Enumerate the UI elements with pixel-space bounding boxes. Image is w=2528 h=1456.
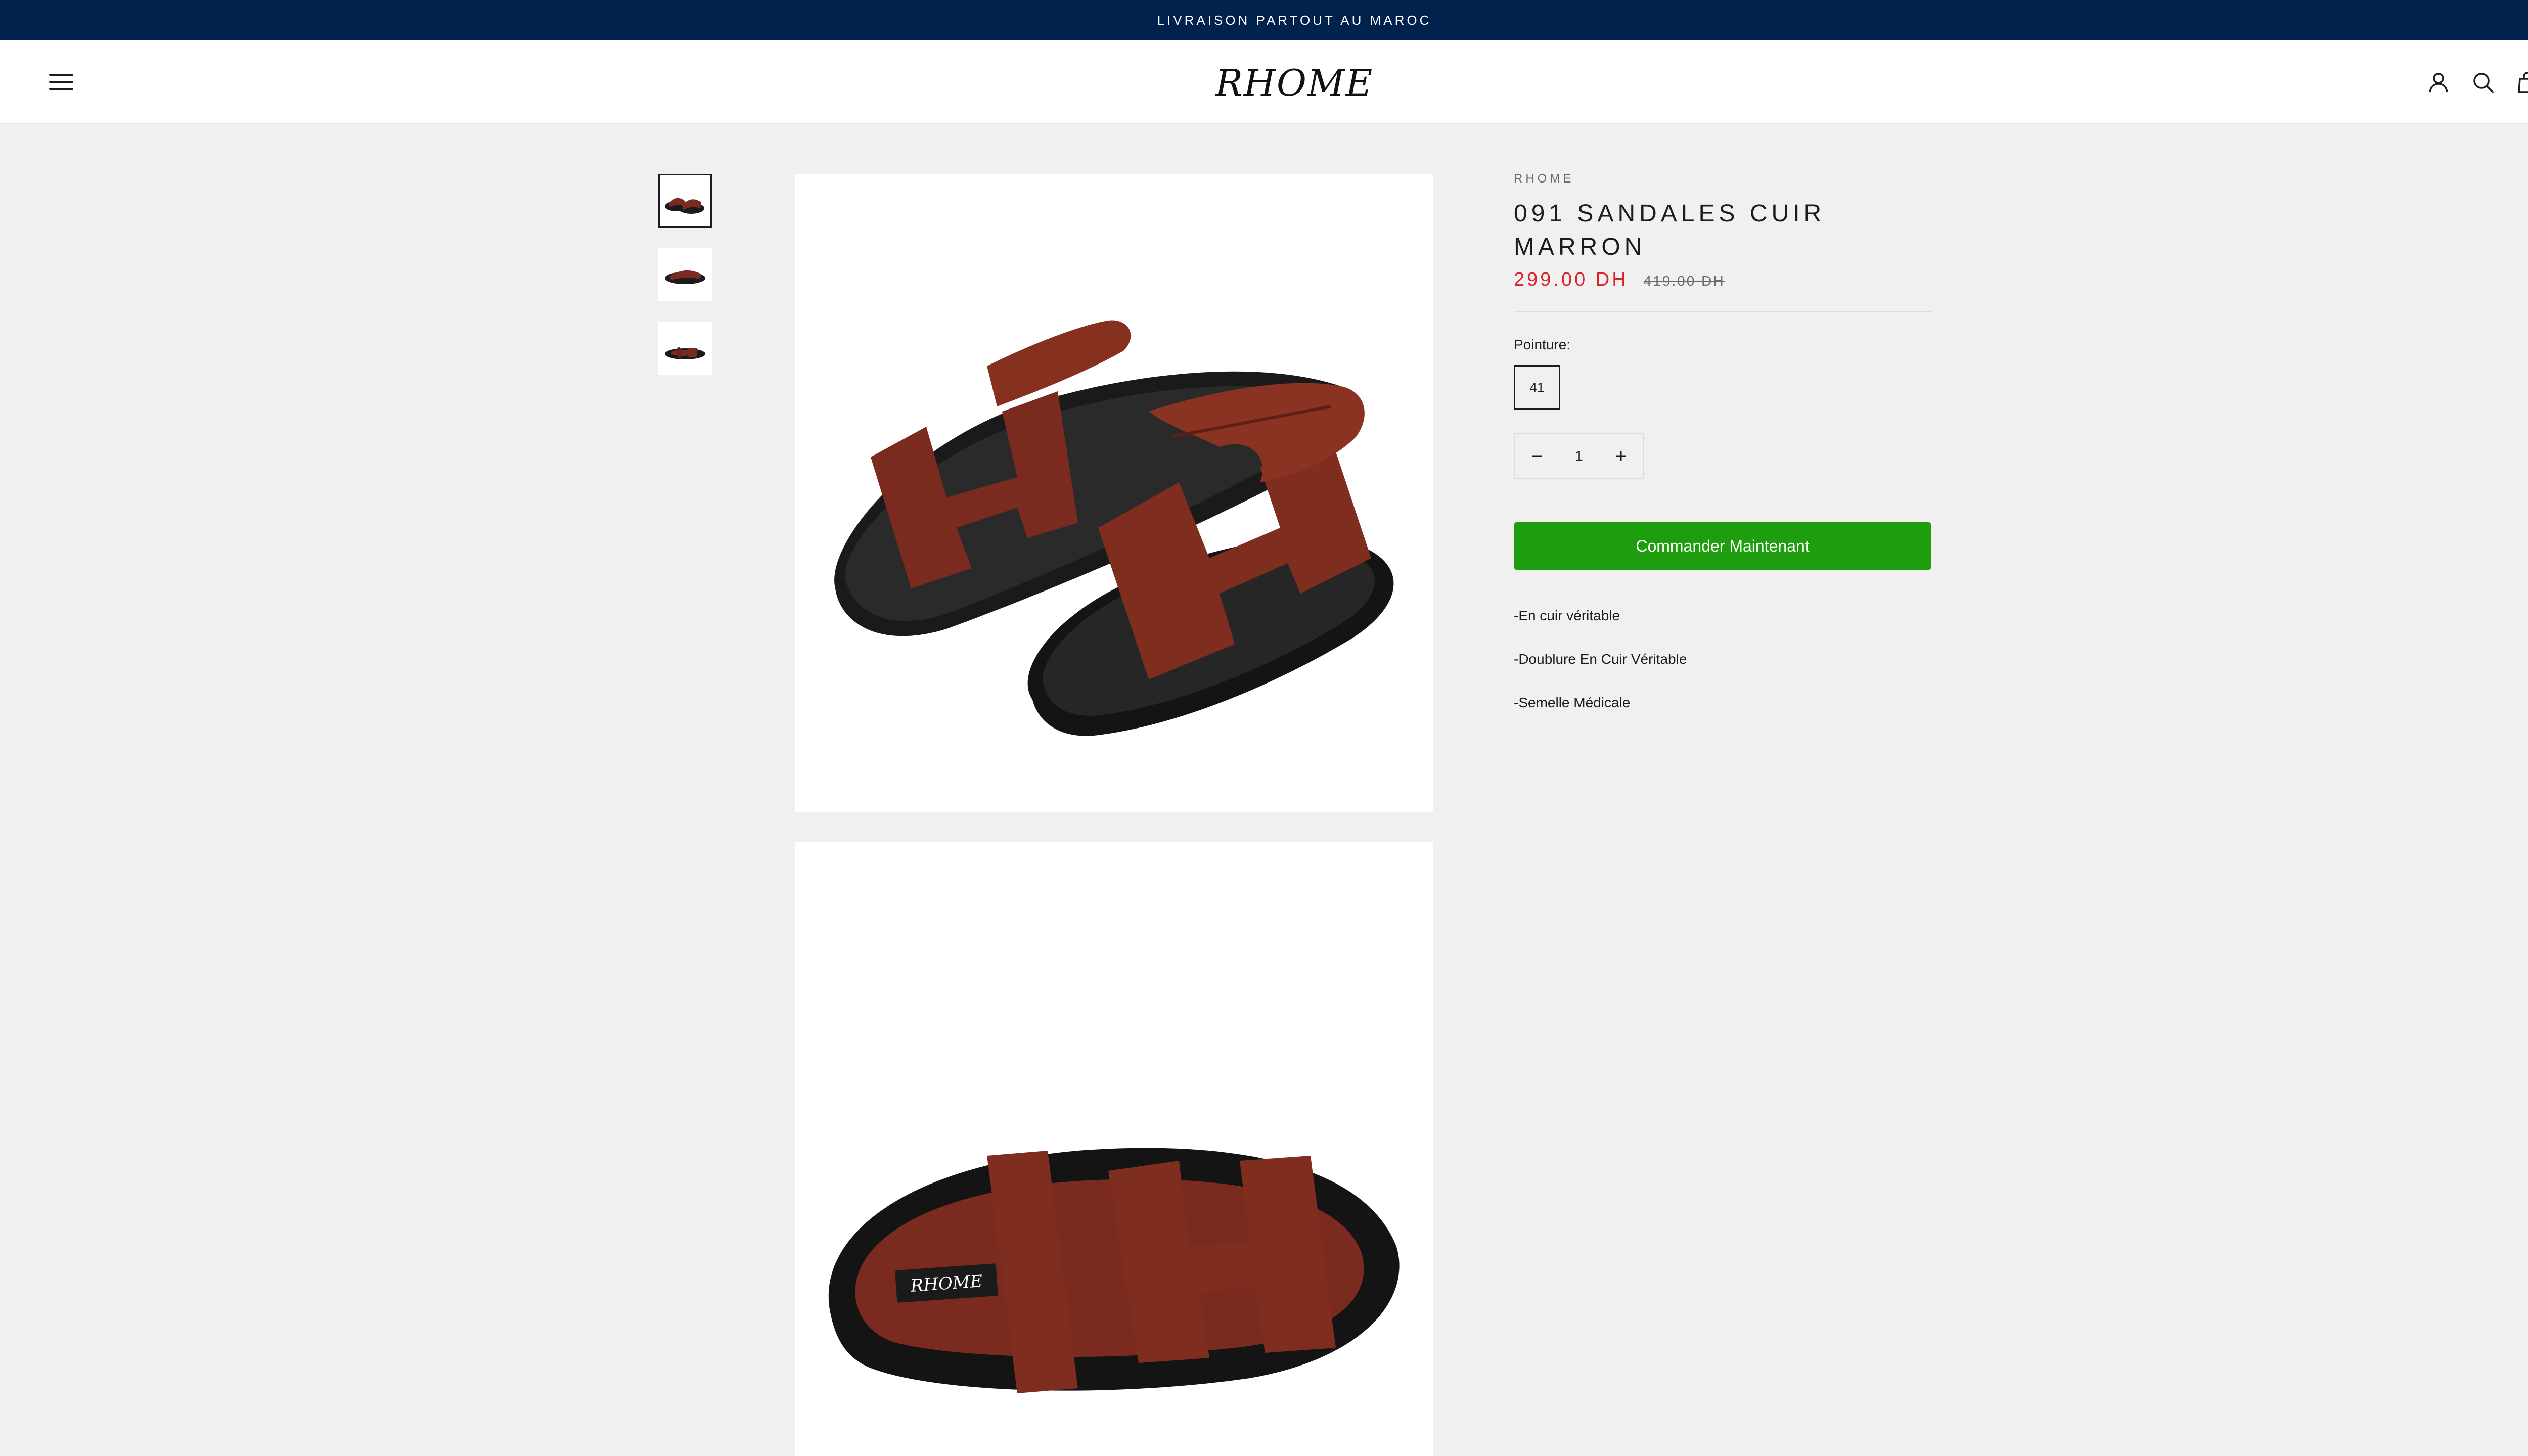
product-image-2[interactable]: RHOME (795, 842, 1433, 1456)
divider (1514, 311, 1931, 312)
product-title: 091 SANDALES CUIR MARRON (1514, 200, 1826, 260)
description-line: -Semelle Médicale (1514, 695, 1631, 710)
order-now-button[interactable]: Commander Maintenant (1514, 522, 1931, 570)
quantity-input[interactable]: 1 (1559, 448, 1599, 464)
sandal-side-thumbnail (665, 270, 705, 284)
plus-icon (1616, 451, 1626, 461)
sandal-pair-thumbnail (665, 198, 704, 214)
description-line: -Doublure En Cuir Véritable (1514, 651, 1687, 667)
site-header: RHOME (0, 40, 2528, 124)
announcement-bar: LIVRAISON PARTOUT AU MAROC (0, 0, 2528, 40)
product-image-1[interactable] (795, 174, 1433, 812)
price-row: 299.00 DH 419.00 DH (1514, 269, 1931, 291)
site-logo[interactable]: RHOME (1215, 59, 1372, 107)
sandal-pair-image (834, 320, 1394, 736)
quantity-selector: 1 (1514, 433, 1644, 479)
cart-icon[interactable] (2516, 71, 2528, 94)
minus-icon (1532, 455, 1542, 457)
sandal-top-thumbnail (665, 347, 705, 359)
thumbnail-3[interactable] (658, 322, 712, 375)
product-vendor[interactable]: RHOME (1514, 172, 1931, 186)
quantity-increase-button[interactable] (1599, 434, 1643, 478)
size-swatch-41[interactable]: 41 (1514, 365, 1560, 410)
account-icon[interactable] (2427, 71, 2450, 94)
thumbnail-2[interactable] (658, 248, 712, 301)
announcement-text: LIVRAISON PARTOUT AU MAROC (1157, 12, 1432, 28)
description-line: -En cuir véritable (1514, 608, 1620, 623)
sale-price: 299.00 DH (1514, 269, 1629, 290)
product-description: -En cuir véritable -Doublure En Cuir Vér… (1514, 606, 1931, 713)
size-option-label: Pointure: (1514, 337, 1571, 352)
menu-icon[interactable] (49, 71, 74, 93)
logo-text: RHOME (1215, 62, 1374, 104)
search-icon[interactable] (2471, 71, 2495, 94)
thumbnail-1[interactable] (658, 174, 712, 228)
quantity-decrease-button[interactable] (1515, 434, 1559, 478)
compare-price: 419.00 DH (1643, 273, 1725, 289)
product-info: RHOME 091 SANDALES CUIR MARRON 299.00 DH… (1514, 172, 1931, 736)
sandal-side-image: RHOME (828, 1148, 1400, 1393)
